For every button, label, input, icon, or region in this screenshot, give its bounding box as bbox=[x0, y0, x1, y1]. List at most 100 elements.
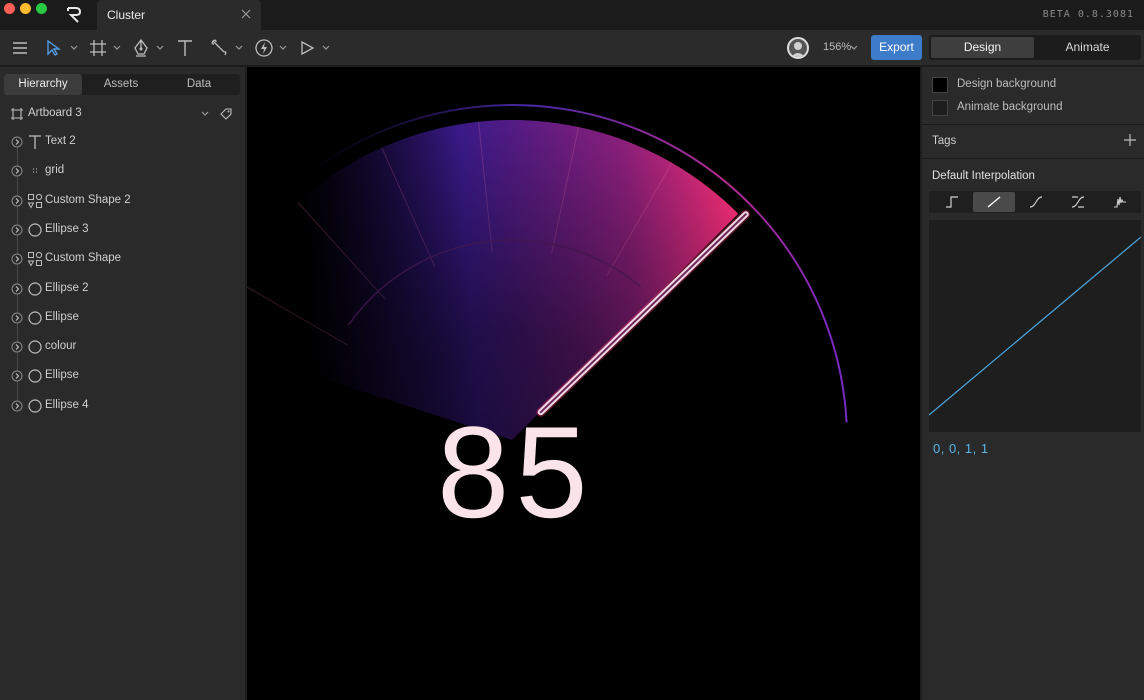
hierarchy-item[interactable]: Ellipse 2 bbox=[11, 281, 241, 299]
maximize-window-button[interactable] bbox=[36, 3, 47, 14]
animate-background-row[interactable]: Animate background bbox=[932, 100, 1132, 116]
hierarchy-item[interactable]: Ellipse bbox=[11, 310, 241, 328]
cubic-icon[interactable] bbox=[1015, 192, 1057, 212]
pen-icon[interactable] bbox=[132, 38, 150, 58]
version-label: BETA 0.8.3081 bbox=[1042, 9, 1134, 20]
expand-icon[interactable] bbox=[11, 195, 23, 207]
hierarchy-item[interactable]: Ellipse 4 bbox=[11, 398, 241, 416]
interpolation-curve[interactable] bbox=[928, 236, 1142, 416]
artboard-row[interactable]: Artboard 3 bbox=[10, 106, 240, 122]
avatar[interactable] bbox=[787, 37, 809, 59]
rive-logo-icon[interactable] bbox=[66, 6, 82, 23]
ellipse-icon bbox=[28, 340, 42, 354]
document-tab[interactable]: Cluster bbox=[97, 0, 261, 30]
add-icon[interactable] bbox=[1124, 134, 1136, 146]
hierarchy-item-label: Ellipse 4 bbox=[45, 398, 89, 411]
panel-tabs: Hierarchy Assets Data bbox=[4, 74, 240, 95]
expand-icon[interactable] bbox=[11, 224, 23, 236]
zoom-level[interactable]: 156% bbox=[823, 41, 851, 53]
select-icon[interactable] bbox=[45, 38, 63, 58]
design-mode-button[interactable]: Design bbox=[931, 37, 1034, 58]
lightning-icon[interactable] bbox=[254, 38, 274, 58]
hierarchy-item-label: colour bbox=[45, 340, 77, 353]
mode-switch: Design Animate bbox=[929, 35, 1141, 60]
design-background-row[interactable]: Design background bbox=[932, 77, 1132, 93]
artboard-icon bbox=[11, 108, 23, 120]
cubic-custom-icon[interactable] bbox=[1057, 192, 1099, 212]
shapes-icon bbox=[27, 193, 43, 209]
expand-icon[interactable] bbox=[11, 136, 23, 148]
chevron-down-icon[interactable] bbox=[235, 44, 243, 52]
chevron-down-icon[interactable] bbox=[201, 110, 209, 118]
export-button[interactable]: Export bbox=[871, 35, 922, 60]
design-background-label: Design background bbox=[957, 78, 1057, 90]
ellipse-icon bbox=[28, 281, 42, 296]
chevron-down-icon[interactable] bbox=[850, 44, 858, 52]
hierarchy-item-label: Custom Shape 2 bbox=[45, 193, 131, 206]
tab-data[interactable]: Data bbox=[160, 74, 238, 95]
grid-icon bbox=[33, 168, 37, 173]
expand-icon[interactable] bbox=[11, 283, 23, 295]
chevron-down-icon[interactable] bbox=[322, 44, 330, 52]
artboard-icon[interactable] bbox=[89, 38, 107, 58]
tab-assets[interactable]: Assets bbox=[82, 74, 160, 95]
hierarchy-item-label: Text 2 bbox=[45, 135, 76, 147]
ellipse-icon bbox=[28, 369, 42, 383]
interpolation-curve-editor[interactable] bbox=[928, 220, 1142, 432]
expand-icon[interactable] bbox=[11, 165, 23, 177]
chevron-down-icon[interactable] bbox=[113, 44, 121, 52]
hierarchy-item-label: Ellipse 2 bbox=[45, 281, 89, 294]
elastic-icon[interactable] bbox=[1099, 192, 1141, 212]
gauge-fade bbox=[247, 67, 920, 700]
design-background-swatch[interactable] bbox=[932, 77, 948, 93]
expand-icon[interactable] bbox=[11, 341, 23, 353]
text-icon[interactable] bbox=[176, 38, 194, 58]
menu-icon[interactable] bbox=[11, 38, 29, 58]
hierarchy-item[interactable]: Ellipse bbox=[11, 368, 241, 386]
hierarchy-item[interactable]: Ellipse 3 bbox=[11, 222, 241, 240]
inspector-panel: Design background Animate background Tag… bbox=[922, 67, 1144, 700]
shapes-icon bbox=[27, 252, 43, 267]
expand-icon[interactable] bbox=[11, 253, 23, 265]
chevron-down-icon[interactable] bbox=[279, 44, 287, 52]
play-icon[interactable] bbox=[298, 38, 316, 58]
expand-icon[interactable] bbox=[11, 312, 23, 324]
close-icon[interactable] bbox=[239, 7, 253, 21]
animate-mode-button[interactable]: Animate bbox=[1036, 37, 1139, 58]
bone-icon[interactable] bbox=[210, 38, 228, 58]
ellipse-icon bbox=[28, 399, 42, 413]
interpolation-options bbox=[929, 191, 1141, 213]
tag-icon[interactable] bbox=[219, 107, 233, 121]
hierarchy-item[interactable]: Custom Shape bbox=[11, 251, 241, 269]
expand-icon[interactable] bbox=[11, 400, 23, 412]
hierarchy-tree-line bbox=[17, 142, 18, 406]
hierarchy-item-label: Ellipse 3 bbox=[45, 222, 89, 235]
linear-icon[interactable] bbox=[973, 192, 1015, 212]
minimize-window-button[interactable] bbox=[20, 3, 31, 14]
divider bbox=[922, 124, 1144, 125]
hierarchy-panel: Hierarchy Assets Data Artboard 3 Text 2 g… bbox=[0, 67, 245, 700]
gauge-value: 85 bbox=[437, 399, 594, 545]
hierarchy-item[interactable]: Text 2 bbox=[11, 134, 241, 152]
title-bar: Cluster BETA 0.8.3081 bbox=[0, 0, 1144, 30]
hierarchy-item-label: Custom Shape bbox=[45, 252, 122, 265]
tab-hierarchy[interactable]: Hierarchy bbox=[4, 74, 82, 95]
hierarchy-item[interactable]: colour bbox=[11, 339, 241, 357]
chevron-down-icon[interactable] bbox=[156, 44, 164, 52]
hierarchy-item-label: grid bbox=[45, 164, 65, 177]
design-canvas[interactable]: 85 bbox=[247, 67, 920, 700]
artboard-label: Artboard 3 bbox=[28, 107, 82, 119]
chevron-down-icon[interactable] bbox=[70, 44, 78, 52]
interpolation-title: Default Interpolation bbox=[932, 170, 1035, 182]
expand-icon[interactable] bbox=[11, 370, 23, 382]
hierarchy-item[interactable]: Custom Shape 2 bbox=[11, 193, 241, 211]
divider bbox=[922, 158, 1144, 159]
hold-icon[interactable] bbox=[931, 192, 973, 212]
hierarchy-item-label: Ellipse bbox=[45, 369, 79, 382]
interpolation-values[interactable]: 0, 0, 1, 1 bbox=[933, 441, 989, 456]
gauge-graphic bbox=[247, 67, 920, 700]
close-window-button[interactable] bbox=[4, 3, 15, 14]
hierarchy-item[interactable]: grid bbox=[11, 163, 241, 181]
animate-background-swatch[interactable] bbox=[932, 100, 948, 116]
text-icon bbox=[29, 135, 41, 149]
